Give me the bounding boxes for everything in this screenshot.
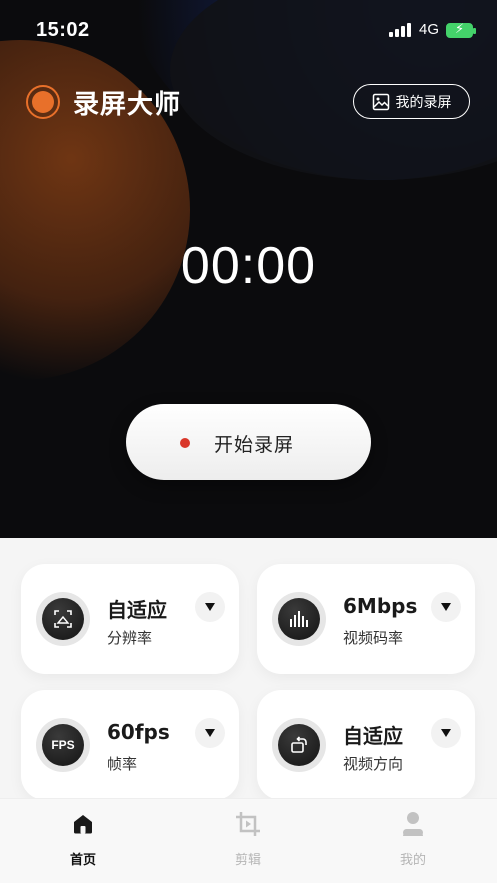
rotate-icon xyxy=(278,724,320,766)
fps-card[interactable]: FPS 60fps 帧率 xyxy=(21,690,239,800)
tab-home-label: 首页 xyxy=(69,853,96,868)
tab-bar: 首页 剪辑 我的 xyxy=(0,798,497,883)
bitrate-label: 视频码率 xyxy=(343,629,404,647)
my-records-button[interactable]: 我的录屏 xyxy=(353,84,470,119)
tab-mine-label: 我的 xyxy=(399,853,426,868)
resolution-icon xyxy=(42,598,84,640)
fps-label: 帧率 xyxy=(107,755,138,773)
app-title: 录屏大师 xyxy=(73,89,182,120)
bitrate-icon xyxy=(278,598,320,640)
app-logo-icon xyxy=(26,85,60,119)
orientation-card[interactable]: 自适应 视频方向 xyxy=(257,690,475,800)
tab-home[interactable]: 首页 xyxy=(43,809,123,868)
recording-timer: 00:00 xyxy=(180,237,317,295)
dropdown-icon[interactable] xyxy=(195,718,225,748)
tab-mine[interactable]: 我的 xyxy=(373,809,453,868)
status-bar: 15:02 4G ⚡ xyxy=(0,0,497,60)
image-icon xyxy=(372,93,389,110)
dropdown-icon[interactable] xyxy=(431,592,461,622)
orientation-value: 自适应 xyxy=(343,724,403,748)
settings-panel: 自适应 分辨率 6Mbps 视频码率 FPS 60fps 帧率 自适应 视频方向 xyxy=(0,538,497,800)
dropdown-icon[interactable] xyxy=(195,592,225,622)
status-time: 15:02 xyxy=(36,19,90,41)
fps-icon-text: FPS xyxy=(51,738,75,752)
person-icon xyxy=(373,809,453,839)
start-recording-button[interactable]: 开始录屏 xyxy=(126,404,371,480)
home-icon xyxy=(43,809,123,839)
tab-edit[interactable]: 剪辑 xyxy=(208,809,288,868)
resolution-value: 自适应 xyxy=(107,598,167,622)
bitrate-value: 6Mbps xyxy=(343,594,418,618)
my-records-label: 我的录屏 xyxy=(395,94,452,111)
fps-value: 60fps xyxy=(107,720,170,744)
record-dot-icon xyxy=(180,438,190,448)
start-recording-label: 开始录屏 xyxy=(214,434,295,456)
hero-panel: 15:02 4G ⚡ 录屏大师 我的录屏 00:00 开始录屏 xyxy=(0,0,497,538)
resolution-card[interactable]: 自适应 分辨率 xyxy=(21,564,239,674)
network-type: 4G xyxy=(419,21,440,38)
bitrate-card[interactable]: 6Mbps 视频码率 xyxy=(257,564,475,674)
signal-icon xyxy=(389,23,413,37)
dropdown-icon[interactable] xyxy=(431,718,461,748)
resolution-label: 分辨率 xyxy=(107,629,153,647)
crop-icon xyxy=(208,809,288,839)
tab-edit-label: 剪辑 xyxy=(234,853,261,868)
battery-icon: ⚡ xyxy=(446,22,476,38)
app-brand: 录屏大师 xyxy=(26,84,181,120)
orientation-label: 视频方向 xyxy=(343,755,404,773)
fps-icon: FPS xyxy=(42,724,84,766)
